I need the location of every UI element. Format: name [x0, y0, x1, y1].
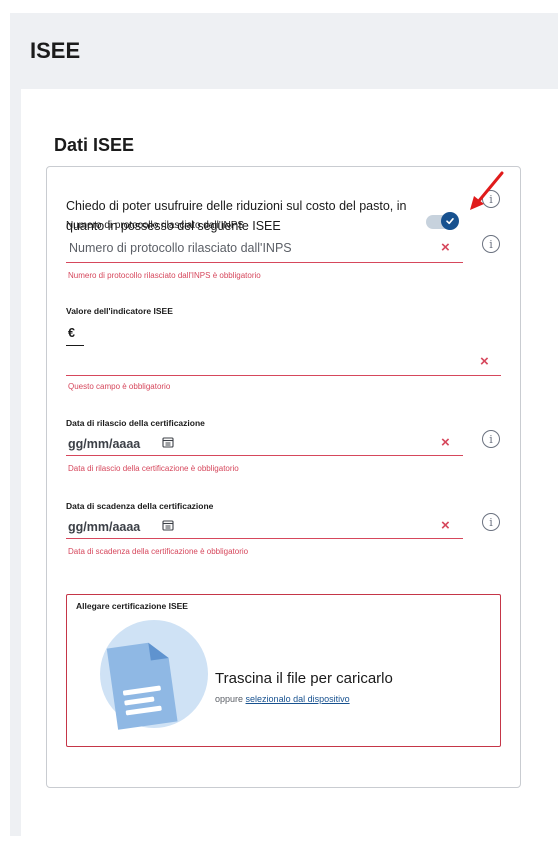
- clear-icon[interactable]: ×: [441, 435, 450, 450]
- expiry-date-label: Data di scadenza della certificazione: [66, 501, 214, 511]
- info-icon[interactable]: i: [482, 235, 500, 253]
- isee-value-label: Valore dell'indicatore ISEE: [66, 306, 173, 316]
- currency-underline: [66, 345, 84, 346]
- info-icon[interactable]: i: [482, 513, 500, 531]
- toggle-knob: [441, 212, 459, 230]
- check-icon: [446, 218, 454, 225]
- isee-toggle[interactable]: [426, 212, 459, 230]
- file-icon: [106, 642, 178, 730]
- release-date-input[interactable]: gg/mm/aaaa: [68, 437, 140, 451]
- isee-value-underline: [66, 375, 501, 376]
- release-date-error: Data di rilascio della certificazione è …: [68, 464, 239, 473]
- release-date-underline: [66, 455, 463, 456]
- upload-label: Allegare certificazione ISEE: [76, 601, 188, 611]
- upload-title: Trascina il file per caricarlo: [215, 670, 393, 687]
- protocol-underline: [66, 262, 463, 263]
- protocol-floating-label: Numero di protocollo rilasciato dall'INP…: [66, 220, 245, 231]
- isee-value-error: Questo campo è obbligatorio: [68, 382, 171, 391]
- protocol-error: Numero di protocollo rilasciato dall'INP…: [68, 271, 261, 280]
- release-date-label: Data di rilascio della certificazione: [66, 418, 205, 428]
- section-title: Dati ISEE: [54, 135, 135, 155]
- expiry-date-input[interactable]: gg/mm/aaaa: [68, 520, 140, 534]
- upload-subtitle: oppure selezionalo dal dispositivo: [215, 694, 350, 704]
- clear-icon[interactable]: ×: [441, 240, 450, 255]
- isee-value-input[interactable]: [88, 350, 458, 372]
- calendar-icon[interactable]: [162, 519, 174, 531]
- expiry-date-underline: [66, 538, 463, 539]
- protocol-input[interactable]: Numero di protocollo rilasciato dall'INP…: [69, 241, 292, 255]
- select-file-link[interactable]: selezionalo dal dispositivo: [246, 694, 350, 704]
- expiry-date-error: Data di scadenza della certificazione è …: [68, 547, 249, 556]
- page-title: ISEE: [30, 38, 81, 63]
- clear-icon[interactable]: ×: [441, 518, 450, 533]
- currency-symbol: €: [68, 326, 75, 340]
- info-icon[interactable]: i: [482, 430, 500, 448]
- calendar-icon[interactable]: [162, 436, 174, 448]
- upload-sub-prefix: oppure: [215, 694, 244, 704]
- clear-icon[interactable]: ×: [480, 354, 489, 369]
- red-arrow-icon: [470, 171, 504, 210]
